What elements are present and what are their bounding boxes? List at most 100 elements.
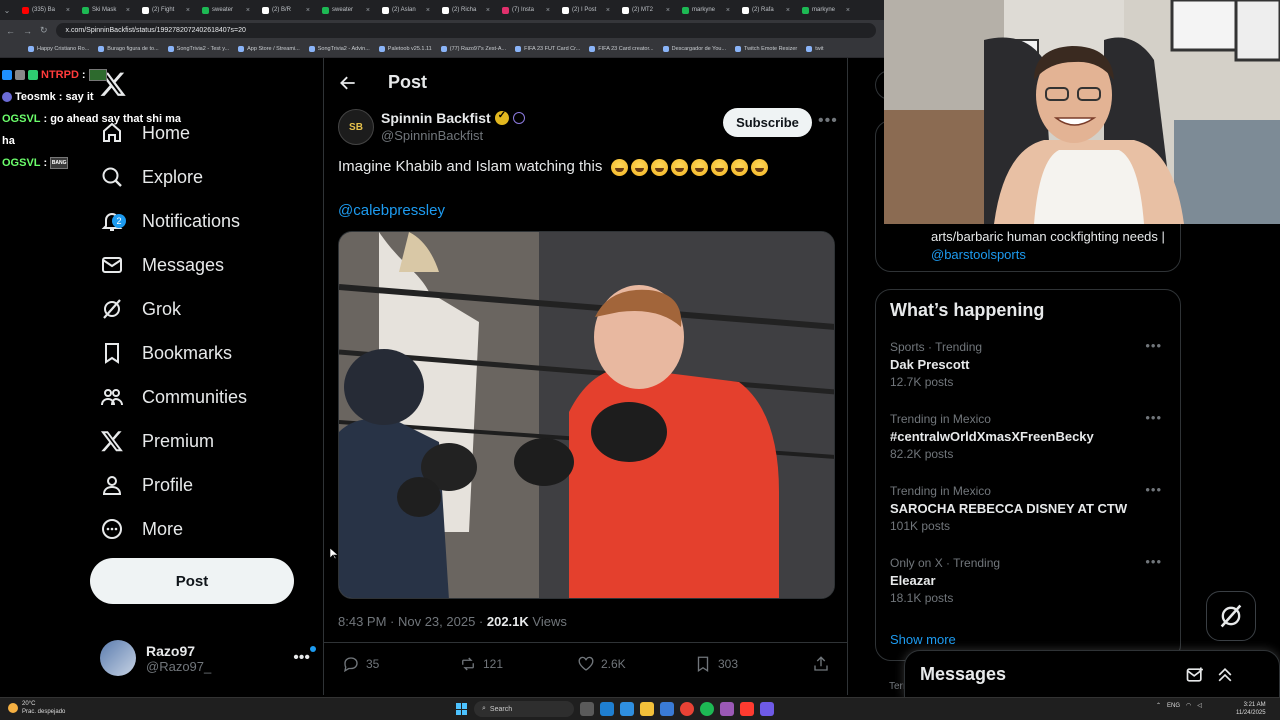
bookmark-item[interactable]: twit	[806, 46, 823, 52]
bookmark-item[interactable]: Happy Cristiano Ro...	[28, 46, 89, 52]
task-view-icon[interactable]	[580, 702, 594, 716]
wifi-icon[interactable]: ◠	[1186, 702, 1191, 709]
author-name[interactable]: Spinnin Backfist	[381, 110, 525, 126]
more-horizontal-icon[interactable]: •••	[1145, 410, 1162, 425]
mention-link[interactable]: @calebpressley	[338, 202, 445, 219]
windows-start-icon[interactable]	[456, 703, 468, 715]
bookmark-item[interactable]: Burago figura de to...	[98, 46, 159, 52]
bookmark-item[interactable]: App Store / Streami...	[238, 46, 300, 52]
trend-item[interactable]: Trending in Mexico SAROCHA REBECCA DISNE…	[890, 482, 1170, 533]
bookmark-item[interactable]: FIFA 23 Card creator...	[589, 46, 654, 52]
trend-item[interactable]: Trending in Mexico #centralwOrldXmasXFre…	[890, 410, 1170, 461]
more-horizontal-icon[interactable]: •••	[818, 112, 838, 130]
trend-item[interactable]: Only on X · Trending Eleazar 18.1K posts…	[890, 554, 1170, 605]
system-clock[interactable]: 3:21 AM 11/24/2025	[1236, 701, 1266, 717]
tab-search-icon[interactable]: ⌄	[0, 6, 14, 15]
chrome-icon[interactable]	[680, 702, 694, 716]
tab-close-icon[interactable]: ×	[246, 7, 250, 14]
file-explorer-icon[interactable]	[640, 702, 654, 716]
mail-app-icon[interactable]	[660, 702, 674, 716]
bookmark-item[interactable]: FIFA 23 FUT Card Cr...	[515, 46, 580, 52]
music-icon[interactable]	[740, 702, 754, 716]
browser-tab[interactable]: (2) Aslan ×	[378, 2, 434, 18]
reply-button[interactable]: 35	[342, 655, 379, 673]
store-icon[interactable]	[620, 702, 634, 716]
tab-close-icon[interactable]: ×	[846, 7, 850, 14]
browser-tab[interactable]: Ski Mask ×	[78, 2, 134, 18]
post-button[interactable]: Post	[90, 558, 294, 604]
timestamp-text[interactable]: 8:43 PM · Nov 23, 2025 ·	[338, 614, 487, 629]
post-video[interactable]	[338, 231, 835, 599]
browser-tab[interactable]: sweater ×	[318, 2, 374, 18]
browser-tab[interactable]: sweater ×	[198, 2, 254, 18]
account-switcher[interactable]: Razo97 @Razo97_ •••	[100, 638, 316, 678]
bookmark-item[interactable]: Twitch Emote Resizer	[735, 46, 797, 52]
nav-communities[interactable]: Communities	[100, 377, 247, 417]
author-handle[interactable]: @SpinninBackfist	[381, 128, 483, 143]
nav-messages[interactable]: Messages	[100, 245, 224, 285]
more-horizontal-icon[interactable]: •••	[1145, 482, 1162, 497]
tab-close-icon[interactable]: ×	[66, 7, 70, 14]
grok-floating-button[interactable]	[1206, 591, 1256, 641]
tab-close-icon[interactable]: ×	[726, 7, 730, 14]
nav-bookmarks[interactable]: Bookmarks	[100, 333, 232, 373]
app-icon[interactable]	[720, 702, 734, 716]
more-horizontal-icon[interactable]: •••	[1145, 554, 1162, 569]
new-message-icon[interactable]	[1185, 665, 1205, 685]
more-horizontal-icon[interactable]: •••	[1145, 338, 1162, 353]
browser-tab[interactable]: (2) Rafa ×	[738, 2, 794, 18]
chevron-double-up-icon[interactable]	[1215, 665, 1235, 685]
edge-icon[interactable]	[600, 702, 614, 716]
tab-close-icon[interactable]: ×	[126, 7, 130, 14]
tab-close-icon[interactable]: ×	[306, 7, 310, 14]
nav-more[interactable]: More	[100, 509, 183, 549]
browser-tab[interactable]: (335) Ba ×	[18, 2, 74, 18]
nav-premium[interactable]: Premium	[100, 421, 214, 461]
tab-close-icon[interactable]: ×	[366, 7, 370, 14]
bookmark-button[interactable]: 303	[694, 655, 738, 673]
bio-mention-link[interactable]: @barstoolsports	[931, 247, 1026, 262]
taskbar-search[interactable]: ⌕ Search	[474, 701, 574, 717]
show-more-link[interactable]: Show more	[890, 632, 956, 647]
obs-icon[interactable]	[760, 702, 774, 716]
language-indicator[interactable]: ENG	[1167, 703, 1180, 709]
nav-profile[interactable]: Profile	[100, 465, 193, 505]
bookmark-item[interactable]: SongTrivia2 - Advin...	[308, 46, 370, 52]
browser-tab[interactable]: (2) I Post ×	[558, 2, 614, 18]
tab-close-icon[interactable]: ×	[426, 7, 430, 14]
share-button[interactable]	[812, 655, 830, 673]
browser-tab[interactable]: (7) Insta ×	[498, 2, 554, 18]
bookmark-item[interactable]: (77) Razo97's Zest-A...	[440, 46, 506, 52]
browser-tab[interactable]: markyne ×	[798, 2, 854, 18]
back-icon[interactable]: ←	[6, 26, 15, 36]
trend-item[interactable]: Sports · Trending Dak Prescott 12.7K pos…	[890, 338, 1170, 389]
tab-close-icon[interactable]: ×	[786, 7, 790, 14]
spotify-icon[interactable]	[700, 702, 714, 716]
back-arrow-icon[interactable]	[338, 73, 358, 93]
bookmark-item[interactable]: SongTrivia2 - Test y...	[167, 46, 229, 52]
weather-widget[interactable]: 20°C Prac. despejado	[8, 700, 65, 716]
browser-tab[interactable]: (2) Fight ×	[138, 2, 194, 18]
volume-icon[interactable]: ◁	[1197, 702, 1202, 709]
reload-icon[interactable]: ↻	[40, 25, 48, 36]
tray-chevron-icon[interactable]: ⌃	[1156, 702, 1161, 709]
subscribe-button[interactable]: Subscribe	[723, 108, 812, 137]
tab-close-icon[interactable]: ×	[486, 7, 490, 14]
tab-close-icon[interactable]: ×	[666, 7, 670, 14]
browser-tab[interactable]: (2) Richa ×	[438, 2, 494, 18]
nav-notifications[interactable]: 2 Notifications	[100, 201, 240, 241]
browser-tab[interactable]: markyne ×	[678, 2, 734, 18]
repost-button[interactable]: 121	[459, 655, 503, 673]
author-avatar[interactable]: SB	[338, 109, 374, 145]
bookmark-item[interactable]: Paletoob v25.1.11	[378, 46, 432, 52]
tab-close-icon[interactable]: ×	[606, 7, 610, 14]
nav-grok[interactable]: Grok	[100, 289, 181, 329]
bookmark-item[interactable]: Descargador de You...	[662, 46, 726, 52]
browser-tab[interactable]: (2) B/R ×	[258, 2, 314, 18]
tab-close-icon[interactable]: ×	[186, 7, 190, 14]
address-bar[interactable]: x.com/SpinninBackfist/status/19927820724…	[55, 23, 876, 38]
messages-drawer[interactable]: Messages	[904, 650, 1280, 698]
tab-close-icon[interactable]: ×	[546, 7, 550, 14]
forward-icon[interactable]: →	[23, 26, 32, 36]
more-horizontal-icon[interactable]: •••	[293, 646, 316, 667]
